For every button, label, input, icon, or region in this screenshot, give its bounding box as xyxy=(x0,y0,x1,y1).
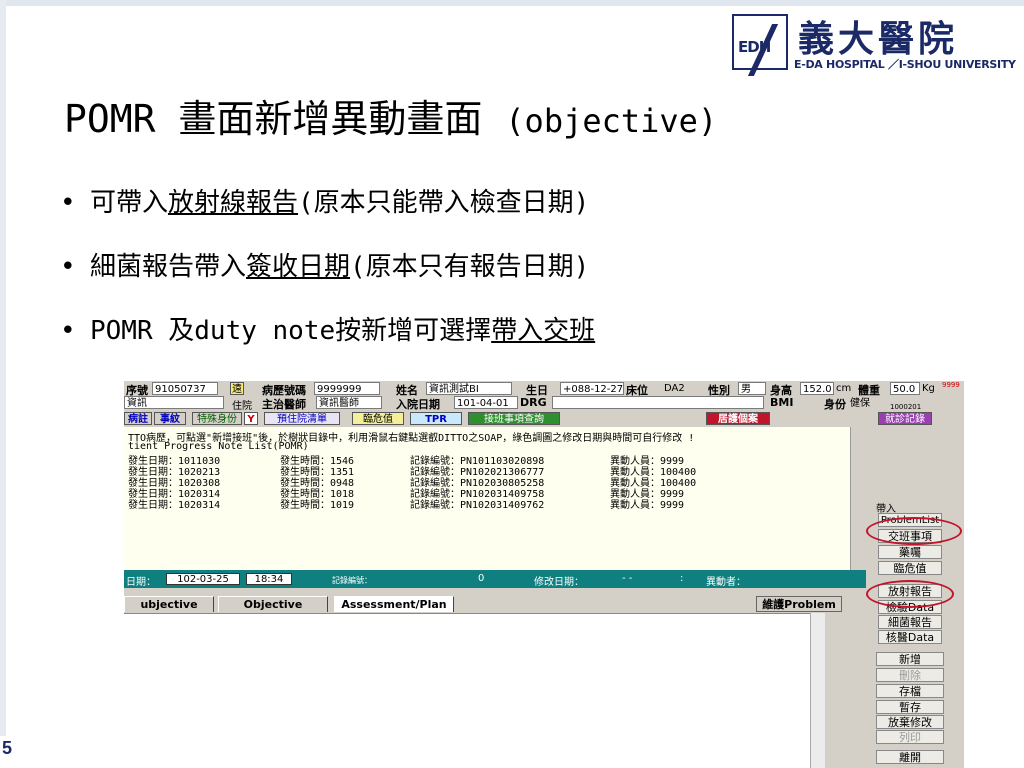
sex-field[interactable]: 男 xyxy=(738,382,766,395)
page-number: 5 xyxy=(2,738,13,758)
edit-scrollbar[interactable] xyxy=(810,613,825,768)
hospital-logo: EDH 義大醫院 E-DA HOSPITAL ／I-SHOU UNIVERSIT… xyxy=(732,8,1022,78)
logo-chinese-name: 義大醫院 xyxy=(798,18,959,60)
logo-emblem-icon: EDH xyxy=(732,14,788,76)
annotation-oval-problemlist xyxy=(866,517,962,545)
drg-field[interactable] xyxy=(552,396,764,409)
bullet-item: • POMR 及duty note按新增可選擇帶入交班 xyxy=(60,316,596,346)
patient-name-field[interactable]: 資訊測試BI xyxy=(426,382,512,395)
dept-field[interactable]: 資訊 xyxy=(124,396,224,409)
notes-scrollbar[interactable] xyxy=(850,427,867,570)
doctor-field[interactable]: 資訊醫師 xyxy=(316,396,382,409)
seq-field[interactable]: 91050737 xyxy=(152,382,218,395)
toolbar-tpr-button[interactable]: TPR xyxy=(410,412,462,425)
seq-lookup-button[interactable]: 遠 xyxy=(230,382,244,395)
tab-assessment-plan[interactable]: Assessment/Plan xyxy=(334,596,454,612)
insert-medication-button[interactable]: 藥囑 xyxy=(878,545,942,559)
slide-left-band xyxy=(0,0,6,768)
toolbar-visit-record-button[interactable]: 就診記錄 xyxy=(878,412,932,425)
delete-button[interactable]: 刪除 xyxy=(876,668,944,682)
insert-critical-button[interactable]: 臨危值 xyxy=(878,561,942,575)
annotation-oval-radiology xyxy=(866,580,954,608)
insert-bacteria-button[interactable]: 細菌報告 xyxy=(878,615,942,629)
new-button[interactable]: 新增 xyxy=(876,652,944,666)
emr-screenshot: 序號 91050737 遠 病歷號碼 9999999 姓名 資訊測試BI 生日 … xyxy=(124,381,964,768)
temp-save-button[interactable]: 暫存 xyxy=(876,700,944,714)
record-status-bar: 日期： 102-03-25 18:34 記錄編號： 0 修改日期： - - : … xyxy=(124,570,866,588)
record-time-field[interactable]: 18:34 xyxy=(246,573,292,585)
toolbar-notes-button[interactable]: 病註 xyxy=(124,412,152,425)
toolbar-home-care-button[interactable]: 居護個案 xyxy=(706,412,770,425)
weight-field[interactable]: 50.0 xyxy=(890,382,920,395)
toolbar-allergy-button[interactable]: 事紋 xyxy=(154,412,186,425)
bullet-item: • 可帶入放射線報告(原本只能帶入檢查日期) xyxy=(60,188,590,218)
height-field[interactable]: 152.0 xyxy=(800,382,834,395)
bullet-dot: • xyxy=(60,188,76,218)
maintain-problem-button[interactable]: 維護Problem xyxy=(756,596,842,612)
soap-text-area[interactable] xyxy=(124,613,824,768)
tab-subjective[interactable]: ubjective xyxy=(124,596,214,612)
toolbar-critical-button[interactable]: 臨危值 xyxy=(352,412,404,425)
toolbar-handover-query-button[interactable]: 接班事項查詢 xyxy=(468,412,560,425)
bed-field: DA2 xyxy=(662,382,702,395)
note-list: 發生日期：1011030 發生時間：1546 記錄編號：PN1011030208… xyxy=(128,456,697,511)
soap-tab-row: ubjective Objective Assessment/Plan 維護Pr… xyxy=(124,594,866,613)
toolbar-pre-admit-button[interactable]: 預住院清單 xyxy=(264,412,340,425)
slide-title-main: POMR 畫面新增異動畫面 xyxy=(64,97,483,141)
discard-changes-button[interactable]: 放棄修改 xyxy=(876,715,944,729)
toolbar-flag-button[interactable]: Y xyxy=(244,412,258,425)
print-button[interactable]: 列印 xyxy=(876,730,944,744)
slide-top-band xyxy=(0,0,1024,6)
exit-button[interactable]: 離開 xyxy=(876,750,944,764)
record-date-field[interactable]: 102-03-25 xyxy=(166,573,240,585)
bullet-dot: • xyxy=(60,252,76,282)
tab-objective[interactable]: Objective xyxy=(218,596,328,612)
bullet-item: • 細菌報告帶入簽收日期(原本只有報告日期) xyxy=(60,252,590,282)
progress-notes-panel: TTO病歷，可點選"新增接班"後，於樹狀目錄中，利用滑鼠右鍵點選叡DITTO之S… xyxy=(124,427,850,570)
save-button[interactable]: 存檔 xyxy=(876,684,944,698)
toolbar-special-id-button[interactable]: 特殊身份 xyxy=(192,412,242,425)
slide-title: POMR 畫面新增異動畫面 (objective) xyxy=(64,88,717,143)
slide-title-sub: (objective) xyxy=(505,102,718,140)
bullet-dot: • xyxy=(60,316,76,346)
logo-english-name: E-DA HOSPITAL ／I-SHOU UNIVERSITY xyxy=(794,58,1016,71)
birth-field[interactable]: +088-12-27 xyxy=(560,382,624,395)
slide-footer-band xyxy=(0,736,124,768)
insert-nuclear-data-button[interactable]: 核醫Data xyxy=(878,630,942,644)
admit-date-field[interactable]: 101-04-01 xyxy=(454,396,518,409)
chart-number-field[interactable]: 9999999 xyxy=(314,382,380,395)
